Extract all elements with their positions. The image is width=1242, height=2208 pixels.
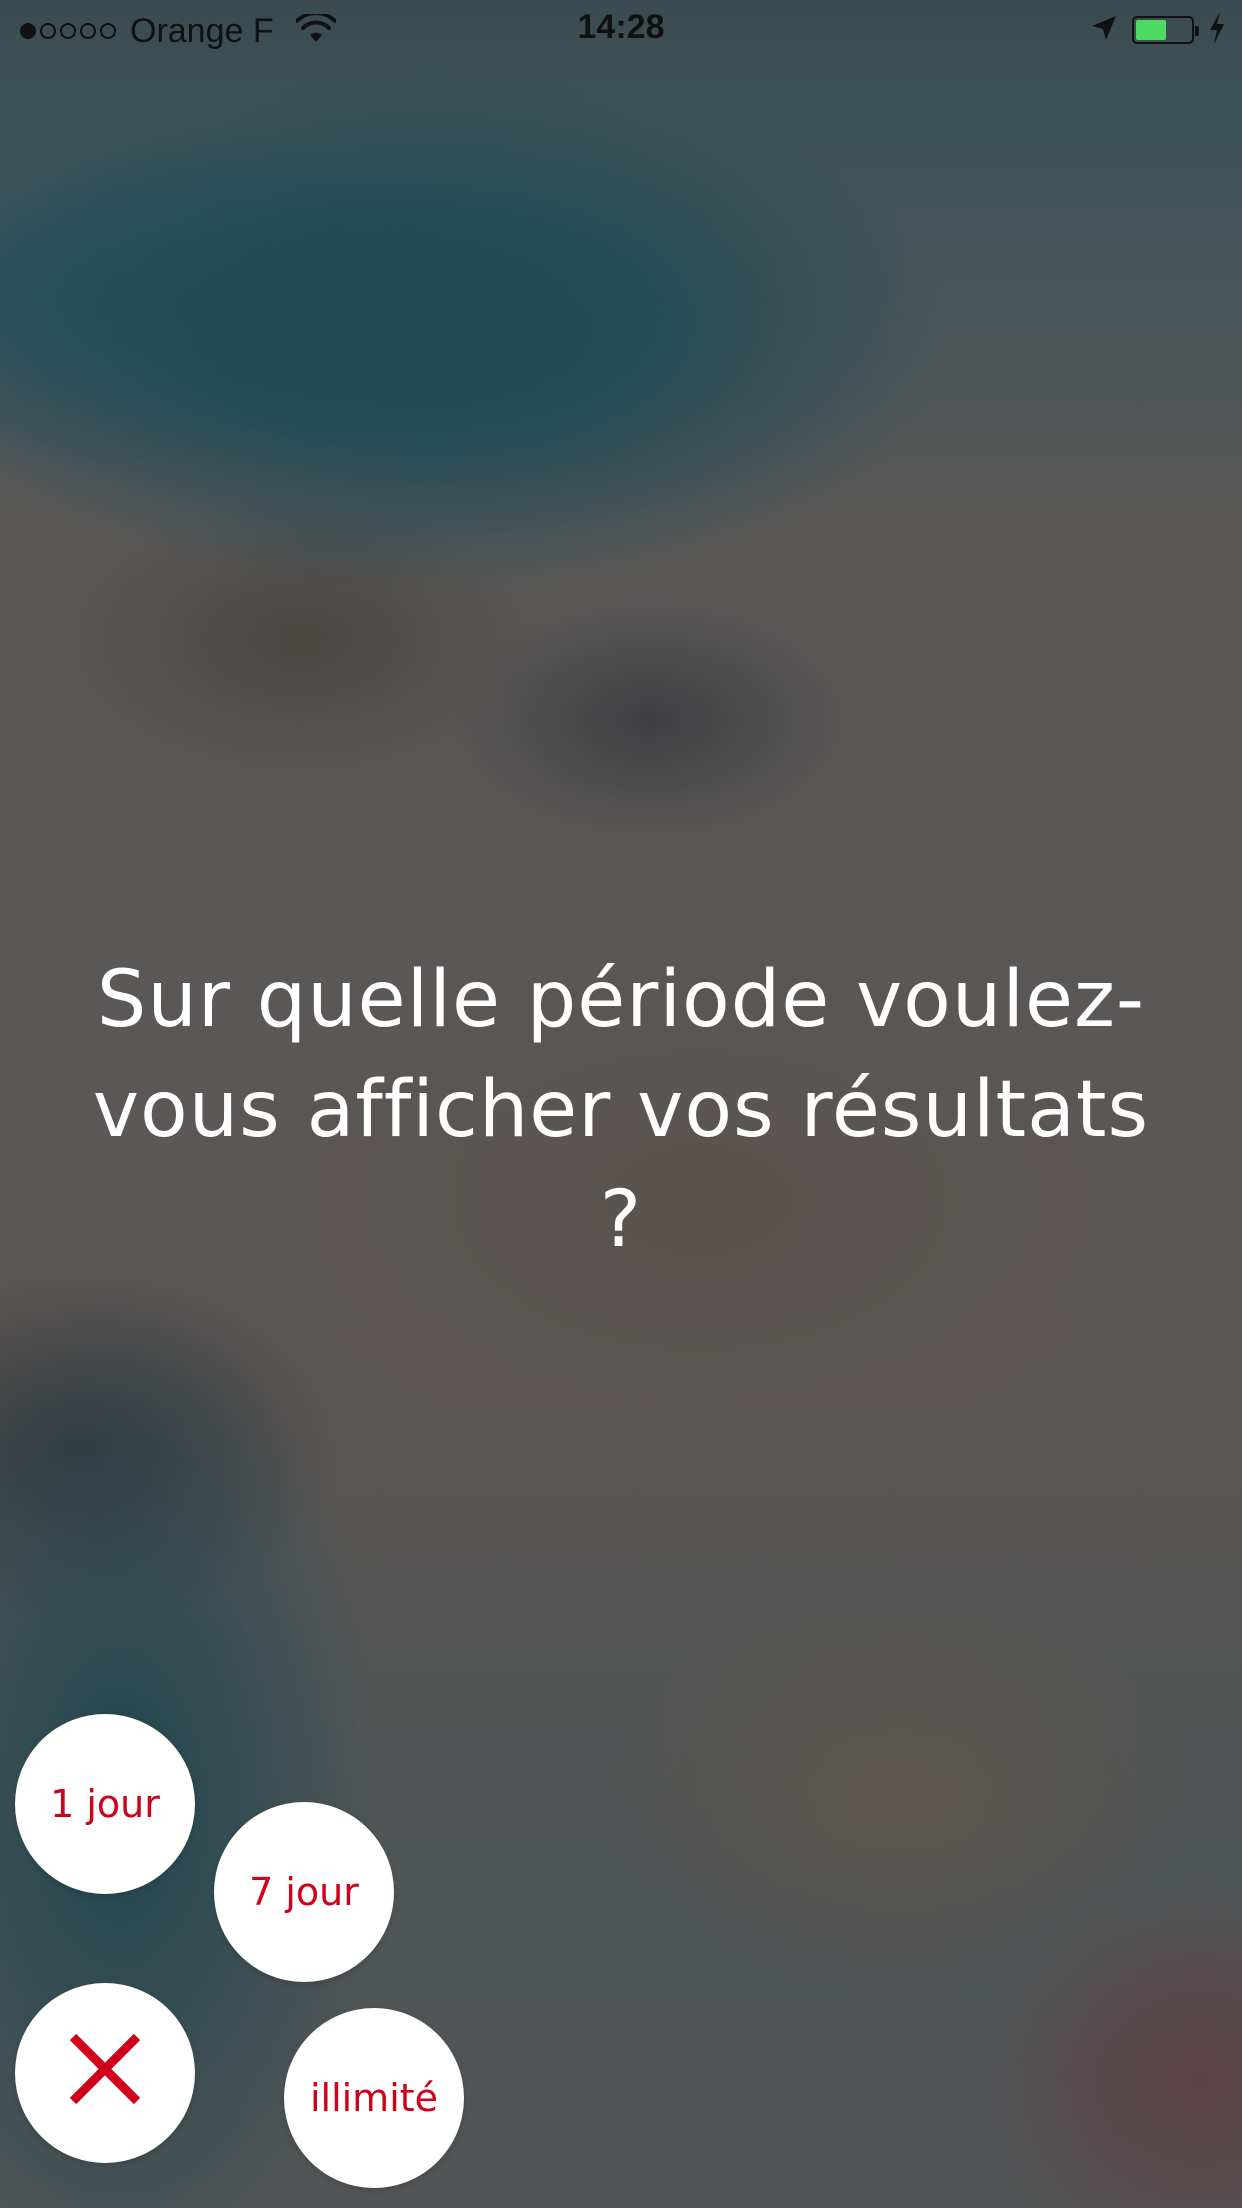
option-7-day-button[interactable]: 7 jour [214,1802,394,1982]
battery-icon [1132,16,1199,44]
status-bar-right [1090,12,1226,48]
location-arrow-icon [1090,14,1118,46]
option-unlimited-label: illimité [309,2076,439,2120]
option-1-day-label: 1 jour [50,1782,160,1826]
battery-level [1136,20,1166,40]
option-7-day-label: 7 jour [249,1870,359,1914]
close-x-icon [65,2029,145,2118]
option-unlimited-button[interactable]: illimité [284,2008,464,2188]
period-question: Sur quelle période voulez-vous afficher … [92,955,1150,1265]
status-bar: Orange F 14:28 [0,0,1242,60]
option-1-day-button[interactable]: 1 jour [15,1714,195,1894]
status-bar-time: 14:28 [577,8,665,46]
close-button[interactable] [15,1983,195,2163]
charging-bolt-icon [1208,12,1226,48]
